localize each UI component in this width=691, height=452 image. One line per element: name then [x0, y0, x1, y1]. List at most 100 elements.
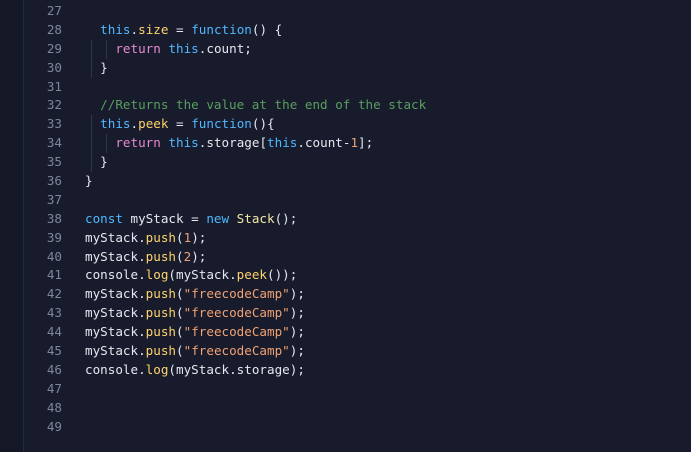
code-token: );	[191, 248, 207, 264]
code-text: }	[85, 153, 108, 172]
code-token: .	[130, 116, 139, 132]
code-token: "freecodeCamp"	[183, 324, 290, 340]
code-line[interactable]: 34 return this.storage[this.count-1];	[24, 134, 691, 154]
code-token: );	[289, 305, 305, 321]
code-line[interactable]: 28 this.size = function() {	[24, 21, 691, 40]
code-line[interactable]: 35 }	[24, 153, 691, 173]
code-line[interactable]: 30 }	[24, 58, 691, 78]
code-line[interactable]: 47	[24, 380, 691, 399]
line-number: 43	[46, 305, 62, 321]
code-token: }	[85, 173, 93, 189]
code-token: //Returns the value at the end of the st…	[85, 97, 427, 113]
code-token: function	[191, 116, 252, 132]
code-token: ();	[274, 210, 298, 226]
code-token: (	[176, 343, 184, 359]
code-token: myStack.	[85, 324, 146, 340]
code-text: myStack.push("freecodeCamp");	[85, 304, 305, 323]
code-token: }	[85, 59, 108, 75]
code-area[interactable]: 27 28 this.size = function() {29 return t…	[24, 2, 691, 436]
code-line[interactable]: 29 return this.count;	[24, 39, 691, 59]
line-number: 31	[46, 78, 62, 94]
code-text: myStack.push("freecodeCamp");	[85, 285, 305, 304]
code-line[interactable]: 39 myStack.push(1);	[24, 229, 691, 248]
code-line[interactable]: 41 console.log(myStack.peek());	[24, 266, 691, 285]
code-text: }	[85, 172, 93, 191]
code-token: (myStack.	[168, 267, 237, 283]
line-number: 30	[46, 59, 62, 75]
code-token: 1	[350, 135, 359, 151]
line-number: 32	[46, 97, 62, 113]
code-text: const myStack = new Stack();	[85, 210, 297, 229]
code-token: push	[145, 305, 177, 321]
code-line[interactable]: 43 myStack.push("freecodeCamp");	[24, 304, 691, 323]
code-token: myStack =	[122, 210, 207, 226]
line-number: 48	[46, 399, 62, 415]
code-editor[interactable]: 27 28 this.size = function() {29 return t…	[0, 0, 691, 452]
code-token: .storage[	[198, 135, 268, 151]
code-token: "freecodeCamp"	[183, 286, 290, 302]
code-text: myStack.push("freecodeCamp");	[85, 342, 305, 361]
code-token: (	[176, 286, 184, 302]
code-token: push	[145, 229, 177, 245]
line-number: 42	[46, 286, 62, 302]
code-token: }	[85, 154, 108, 170]
code-token: myStack.	[85, 229, 146, 245]
code-token: .count;	[198, 40, 252, 56]
code-token: function	[191, 21, 252, 37]
code-line[interactable]: 40 myStack.push(2);	[24, 248, 691, 267]
code-line[interactable]: 42 myStack.push("freecodeCamp");	[24, 285, 691, 304]
code-token: push	[145, 286, 177, 302]
code-line[interactable]: 46 console.log(myStack.storage);	[24, 361, 691, 380]
code-line[interactable]: 49	[24, 418, 691, 437]
code-token: (){	[251, 116, 275, 132]
code-token: myStack.	[85, 286, 146, 302]
code-token: return	[115, 135, 161, 151]
code-line[interactable]: 48	[24, 399, 691, 418]
code-token: (	[176, 229, 184, 245]
code-line[interactable]: 27	[24, 2, 691, 21]
code-text: console.log(myStack.peek());	[85, 266, 297, 285]
code-token: "freecodeCamp"	[183, 305, 290, 321]
code-token: this	[267, 135, 298, 151]
code-token: myStack.	[85, 305, 146, 321]
code-text: return this.count;	[85, 40, 252, 59]
code-token: myStack.	[85, 343, 146, 359]
code-line[interactable]: 33 this.peek = function(){	[24, 115, 691, 135]
code-token: this	[168, 40, 199, 56]
code-token: .count-	[297, 135, 351, 151]
code-line[interactable]: 45 myStack.push("freecodeCamp");	[24, 342, 691, 361]
code-line[interactable]: 31	[24, 78, 691, 97]
code-token: =	[168, 21, 192, 37]
code-line[interactable]: 32 //Returns the value at the end of the…	[24, 96, 691, 115]
code-line[interactable]: 44 myStack.push("freecodeCamp");	[24, 323, 691, 342]
code-token: );	[289, 324, 305, 340]
code-line[interactable]: 38 const myStack = new Stack();	[24, 210, 691, 229]
code-line[interactable]: 37	[24, 191, 691, 210]
editor-left-strip	[0, 0, 23, 452]
code-text: //Returns the value at the end of the st…	[85, 96, 426, 115]
code-token: (	[176, 305, 184, 321]
code-token: this	[100, 21, 131, 37]
code-token: new	[206, 210, 230, 226]
code-token: return	[115, 40, 161, 56]
code-token: =	[168, 116, 192, 132]
line-number: 39	[46, 229, 62, 245]
code-token: (	[176, 248, 184, 264]
code-text: this.peek = function(){	[85, 115, 275, 134]
line-number: 38	[46, 210, 62, 226]
code-token: (	[176, 324, 184, 340]
line-number: 34	[46, 135, 62, 151]
code-line[interactable]: 36}	[24, 172, 691, 191]
line-number: 40	[46, 248, 62, 264]
code-text: this.size = function() {	[85, 21, 282, 40]
line-number: 37	[46, 191, 62, 207]
line-number: 44	[46, 324, 62, 340]
line-number: 36	[46, 173, 62, 189]
line-number: 49	[46, 418, 62, 434]
code-token: console.	[85, 361, 146, 377]
